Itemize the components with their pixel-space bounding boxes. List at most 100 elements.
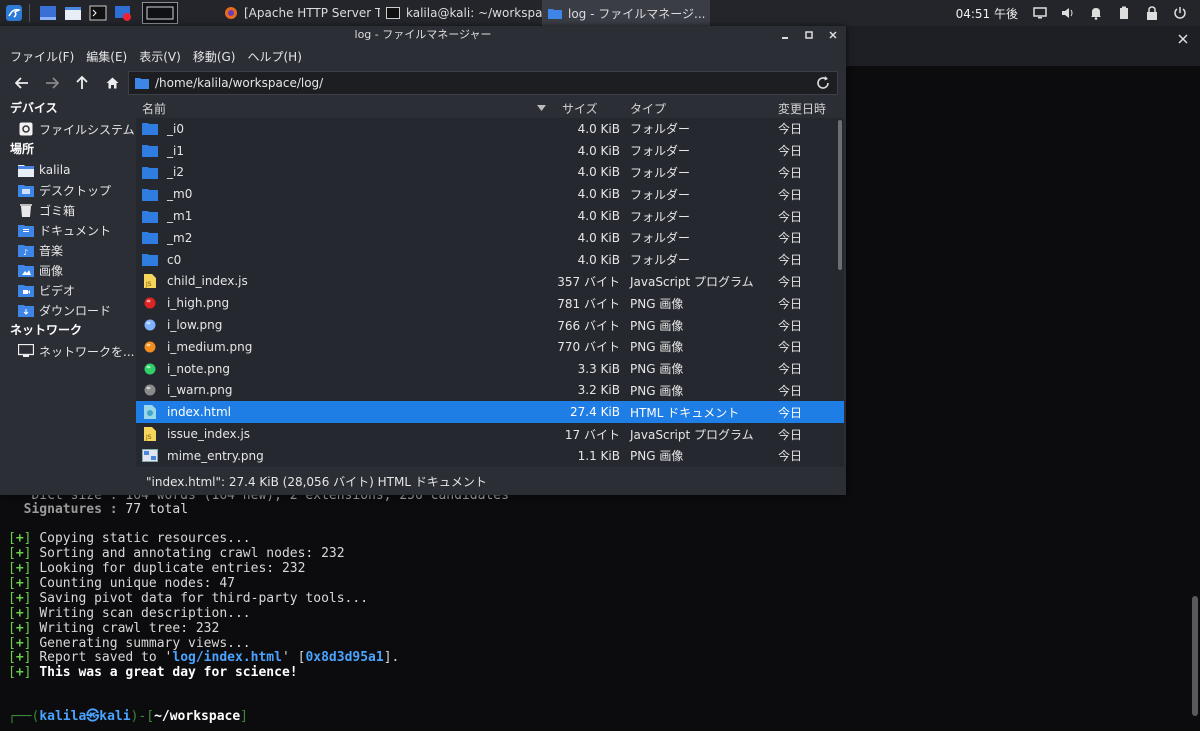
file-name-cell: _i1	[136, 144, 556, 158]
plus-marker: ]	[23, 650, 32, 665]
location-bar[interactable]: /home/kalila/workspace/log/	[128, 71, 838, 95]
display-icon[interactable]	[1032, 5, 1048, 21]
file-date: 今日	[778, 274, 803, 289]
terminal-log-line: [+] Counting unique nodes: 47	[8, 576, 235, 591]
menu-view[interactable]: 表示(V)	[133, 48, 187, 65]
back-button[interactable]	[10, 72, 34, 94]
file-row[interactable]: i_medium.png 770 バイト PNG 画像 今日	[136, 336, 844, 358]
file-row[interactable]: c0 4.0 KiB フォルダー 今日	[136, 249, 844, 271]
volume-icon[interactable]	[1060, 5, 1076, 21]
menu-edit[interactable]: 編集(E)	[80, 48, 133, 65]
task-label: log - ファイルマネージ...	[568, 6, 706, 21]
close-icon[interactable]	[826, 28, 840, 42]
file-row[interactable]: _i2 4.0 KiB フォルダー 今日	[136, 162, 844, 184]
terminal-scrollbar[interactable]	[1192, 596, 1198, 716]
sidebar-item-label: ネットワークを...	[39, 344, 135, 359]
file-type: フォルダー	[630, 209, 691, 224]
trash-icon	[18, 203, 34, 217]
column-header-row: 名前 サイズ タイプ 変更日時	[136, 98, 844, 118]
up-button[interactable]	[70, 72, 94, 94]
javascript-file-icon: JS	[142, 274, 158, 289]
battery-icon[interactable]	[1116, 5, 1132, 21]
file-row[interactable]: mime_entry.png 1.1 KiB PNG 画像 今日	[136, 445, 844, 467]
file-row[interactable]: i_high.png 781 バイト PNG 画像 今日	[136, 292, 844, 314]
file-row[interactable]: _m0 4.0 KiB フォルダー 今日	[136, 183, 844, 205]
home-button[interactable]	[100, 72, 124, 94]
clock[interactable]: 04:51 午後	[956, 5, 1018, 22]
file-name-cell: _m1	[136, 209, 556, 223]
sidebar-item-downloads[interactable]: ダウンロード	[0, 300, 136, 320]
column-date[interactable]: 変更日時	[774, 100, 844, 117]
prompt-dir: ~/workspace	[154, 709, 241, 724]
task-file-manager[interactable]: log - ファイルマネージ...	[542, 0, 710, 26]
file-row[interactable]: _i1 4.0 KiB フォルダー 今日	[136, 140, 844, 162]
music-icon: ♪	[18, 243, 34, 257]
file-date: 今日	[778, 209, 803, 224]
file-row[interactable]: i_warn.png 3.2 KiB PNG 画像 今日	[136, 380, 844, 402]
sidebar-item-filesystem[interactable]: ファイルシステム	[0, 119, 136, 139]
workspace-switcher[interactable]	[142, 2, 178, 24]
lock-icon[interactable]	[1144, 5, 1160, 21]
folder-icon	[142, 187, 158, 201]
show-desktop-icon[interactable]	[37, 3, 59, 23]
sidebar-item-pictures[interactable]: 画像	[0, 260, 136, 280]
file-row[interactable]: JS issue_index.js 17 バイト JavaScript プログラム 今日	[136, 423, 844, 445]
file-name-cell: i_high.png	[136, 296, 556, 310]
menu-help[interactable]: ヘルプ(H)	[241, 48, 307, 65]
plus-marker: [	[8, 636, 16, 651]
file-row[interactable]: i_note.png 3.3 KiB PNG 画像 今日	[136, 358, 844, 380]
terminal-close-icon[interactable]	[1176, 32, 1190, 46]
sidebar-item-documents[interactable]: ドキュメント	[0, 220, 136, 240]
minimize-icon[interactable]	[778, 28, 792, 42]
file-manager-launcher-icon[interactable]	[62, 3, 84, 23]
terminal-prompt[interactable]: ┌──(kalila㉿kali)-[~/workspace]	[8, 709, 248, 724]
file-row[interactable]: _m1 4.0 KiB フォルダー 今日	[136, 205, 844, 227]
html-file-icon	[142, 405, 158, 420]
log-text: Generating summary views...	[39, 636, 251, 651]
maximize-icon[interactable]	[802, 28, 816, 42]
file-list-scrollbar[interactable]	[838, 120, 842, 270]
plus-marker: [	[8, 576, 16, 591]
task-firefox[interactable]: [Apache HTTP Server Te...	[218, 0, 380, 26]
home-folder-icon	[18, 163, 34, 177]
menu-file[interactable]: ファイル(F)	[4, 48, 80, 65]
file-name: i_note.png	[167, 361, 231, 376]
column-size[interactable]: サイズ	[556, 100, 624, 117]
terminal-log-line: [+] Copying static resources...	[8, 531, 251, 546]
forward-button[interactable]	[40, 72, 64, 94]
file-type: フォルダー	[630, 144, 691, 159]
plus-marker: ]	[23, 606, 32, 621]
image-file-icon	[142, 449, 158, 463]
file-row[interactable]: _i0 4.0 KiB フォルダー 今日	[136, 118, 844, 140]
notification-bell-icon[interactable]	[1088, 5, 1104, 21]
window-titlebar[interactable]: log - ファイルマネージャー	[0, 26, 846, 44]
file-row[interactable]: i_low.png 766 バイト PNG 画像 今日	[136, 314, 844, 336]
videos-icon	[18, 283, 34, 297]
file-name-cell: _i0	[136, 122, 556, 136]
column-size-label: サイズ	[562, 101, 598, 116]
kali-menu-icon[interactable]	[3, 3, 25, 23]
sidebar-item-desktop[interactable]: デスクトップ	[0, 180, 136, 200]
plus-marker: +	[15, 531, 24, 546]
sidebar-item-home[interactable]: kalila	[0, 160, 136, 180]
plus-marker: [	[8, 650, 16, 665]
menu-go[interactable]: 移動(G)	[187, 48, 242, 65]
file-row[interactable]: JS child_index.js 357 バイト JavaScript プログラム 今…	[136, 271, 844, 293]
sidebar-item-videos[interactable]: ビデオ	[0, 280, 136, 300]
task-label: [Apache HTTP Server Te...	[244, 6, 380, 20]
task-terminal[interactable]: kalila@kali: ~/workspace	[380, 0, 542, 26]
file-type: JavaScript プログラム	[630, 427, 754, 442]
sidebar-item-network[interactable]: ネットワークを...	[0, 341, 136, 361]
sidebar: デバイス ファイルシステム 場所 kalila デスクトップ ゴミ箱 ドキュメント ♪ 音…	[0, 98, 136, 467]
screen-recorder-icon[interactable]	[112, 3, 134, 23]
file-list: 名前 サイズ タイプ 変更日時 _i0 4.0 KiB フォルダー 今日 _i1 4.0 …	[136, 98, 844, 467]
column-type[interactable]: タイプ	[624, 100, 774, 117]
terminal-launcher-icon[interactable]	[87, 3, 109, 23]
reload-icon[interactable]	[815, 75, 831, 91]
sidebar-item-trash[interactable]: ゴミ箱	[0, 200, 136, 220]
column-name[interactable]: 名前	[136, 100, 556, 117]
sidebar-item-music[interactable]: ♪ 音楽	[0, 240, 136, 260]
file-row[interactable]: _m2 4.0 KiB フォルダー 今日	[136, 227, 844, 249]
power-icon[interactable]	[1172, 5, 1188, 21]
file-row[interactable]: index.html 27.4 KiB HTML ドキュメント 今日	[136, 401, 844, 424]
